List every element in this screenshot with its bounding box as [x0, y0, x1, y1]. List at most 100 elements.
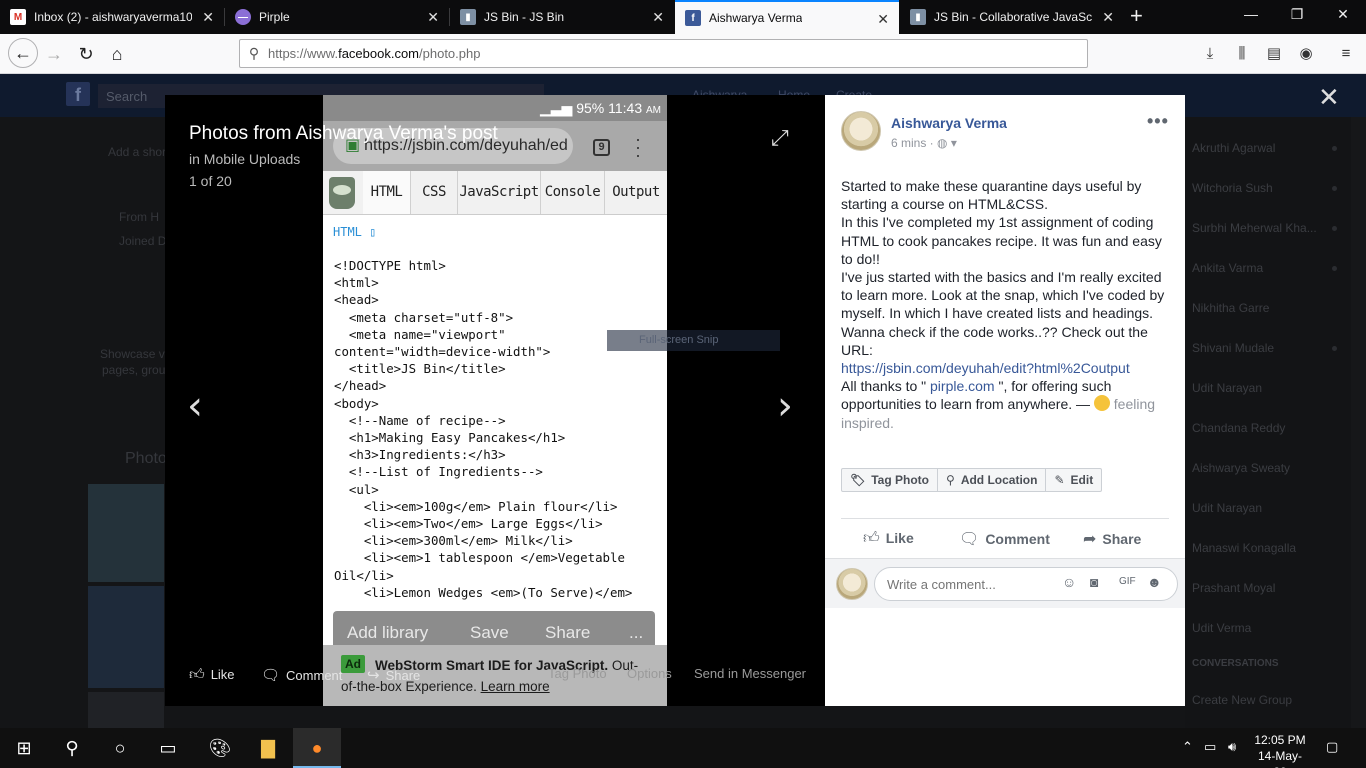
comment-button[interactable]: 🗨︎ Comment — [959, 529, 1050, 549]
task-view-icon[interactable]: ▭ — [144, 728, 192, 768]
reload-button[interactable]: ↻ — [74, 42, 98, 66]
post-author[interactable]: Aishwarya Verma — [891, 115, 1007, 131]
taskbar-clock[interactable]: 12:05 PM14-May-20 — [1252, 732, 1308, 768]
tab-pirple[interactable]: — Pirple ✕ — [225, 0, 449, 34]
fullscreen-icon[interactable]: ⤢ — [771, 125, 789, 151]
phone-tab-count: 9 — [593, 139, 610, 156]
tab-jsbin[interactable]: ▮ JS Bin - JS Bin ✕ — [450, 0, 674, 34]
theater-like-button[interactable]: 👍︎ Like — [189, 666, 235, 684]
chat-contact[interactable]: Akruthi Agarwal — [1192, 141, 1337, 155]
windows-taskbar: ⊞ ⚲ ○ ▭ 🎨︎ ▇ ● ⌃ ▭ 🔊︎ 12:05 PM14-May-20 … — [0, 728, 1366, 768]
gif-icon[interactable]: GIF — [1119, 576, 1136, 587]
library-icon[interactable]: ⫼ — [1232, 44, 1252, 64]
chat-contact[interactable]: Aishwarya Sweaty — [1192, 461, 1290, 475]
feeling-emoji-icon — [1093, 395, 1110, 412]
photo-thumbnail[interactable] — [88, 484, 164, 582]
add-location-button[interactable]: ⚲ Add Location — [938, 469, 1047, 491]
jsbin-tab-html: HTML — [363, 171, 411, 214]
like-button[interactable]: 👍︎ Like — [863, 529, 914, 548]
chat-contact[interactable]: Witchoria Sush — [1192, 181, 1337, 195]
close-tab-icon[interactable]: ✕ — [202, 9, 214, 25]
post-options-icon[interactable]: ••• — [1147, 111, 1169, 132]
downloads-icon[interactable]: ⤓ — [1200, 44, 1220, 64]
send-in-messenger-button[interactable]: Send in Messenger — [694, 666, 806, 681]
tray-chevron-icon[interactable]: ⌃ — [1182, 739, 1193, 755]
page-scrollbar[interactable] — [1351, 117, 1366, 728]
paint-icon[interactable]: 🎨︎ — [196, 728, 244, 768]
chat-contact[interactable]: Manaswi Konagalla — [1192, 541, 1296, 555]
windows-start-icon[interactable]: ⊞ — [0, 728, 48, 768]
theater-share-button[interactable]: ↪ Share — [367, 666, 420, 684]
phone-url-bar: ▣ https://jsbin.com/deyuhah/ed — [333, 128, 573, 164]
photo-thumbnail[interactable] — [88, 692, 164, 728]
post-time[interactable]: 6 mins — [891, 136, 926, 150]
sidebar-icon[interactable]: ▤ — [1264, 44, 1284, 64]
edit-button[interactable]: ✎ Edit — [1046, 469, 1101, 491]
close-tab-icon[interactable]: ✕ — [427, 9, 439, 25]
account-icon[interactable]: ◉ — [1296, 44, 1316, 64]
minimize-button[interactable]: — — [1241, 6, 1261, 22]
close-theater-icon[interactable]: ✕ — [1318, 82, 1340, 113]
save-label: Save — [470, 623, 509, 642]
back-button[interactable]: ← — [8, 38, 38, 68]
share-button[interactable]: ➦ Share — [1083, 529, 1141, 549]
jsbin-tab-javascript: JavaScript — [458, 171, 541, 214]
pirple-link[interactable]: pirple.com — [930, 378, 995, 394]
avatar[interactable] — [841, 111, 881, 151]
thanks-text: All thanks to " — [841, 378, 931, 395]
tab-jsbin-collab[interactable]: ▮ JS Bin - Collaborative JavaScript ✕ — [900, 0, 1124, 34]
menu-icon[interactable]: ≡ — [1336, 44, 1356, 64]
chat-contact[interactable]: Ankita Varma — [1192, 261, 1337, 275]
search-icon[interactable]: ⚲ — [48, 728, 96, 768]
camera-icon[interactable]: ◙ — [1090, 574, 1098, 590]
facebook-logo-icon: f — [66, 82, 90, 106]
new-tab-button[interactable]: + — [1130, 4, 1143, 28]
globe-icon[interactable]: ◍ ▾ — [937, 136, 957, 150]
tag-photo-button[interactable]: 🏷︎ Tag Photo — [842, 469, 939, 491]
tab-gmail[interactable]: M Inbox (2) - aishwaryaverma1070 ✕ — [0, 0, 224, 34]
photo-counter: 1 of 20 — [189, 173, 232, 189]
chat-contact[interactable]: Surbhi Meherwal Kha... — [1192, 221, 1337, 235]
tab-title: Inbox (2) - aishwaryaverma1070 — [34, 10, 192, 24]
lock-icon: ▣ — [345, 137, 361, 154]
chat-contact[interactable]: Nikhitha Garre — [1192, 301, 1269, 315]
photo-thumbnail[interactable] — [88, 586, 164, 688]
chat-contact[interactable]: Chandana Reddy — [1192, 421, 1285, 435]
close-tab-icon[interactable]: ✕ — [1102, 9, 1114, 25]
previous-photo-icon[interactable]: ‹ — [187, 383, 203, 429]
theater-tag-photo-button[interactable]: Tag Photo — [548, 666, 607, 681]
maximize-button[interactable]: ❐ — [1287, 6, 1307, 23]
firefox-icon[interactable]: ● — [293, 728, 341, 768]
chat-contact[interactable]: Shivani Mudale — [1192, 341, 1337, 355]
home-button[interactable]: ⌂ — [105, 42, 129, 66]
post-photo[interactable]: ▁▃▅ 95% 11:43 AM ▣ https://jsbin.com/deyu… — [323, 95, 667, 706]
share-icon: ↪ — [367, 667, 380, 684]
file-explorer-icon[interactable]: ▇ — [244, 728, 292, 768]
url-bar[interactable]: ⚲ https://www.facebook.com/photo.php — [239, 39, 1088, 68]
theater-options-button[interactable]: Options — [627, 666, 672, 681]
jsbin-link[interactable]: https://jsbin.com/deyuhah/edit?html%2Cou… — [841, 360, 1130, 376]
next-photo-icon[interactable]: › — [777, 383, 793, 429]
post-meta: 6 mins · ◍ ▾ — [891, 136, 957, 150]
chat-contact[interactable]: Udit Narayan — [1192, 501, 1262, 515]
emoji-icon[interactable]: ☺ — [1062, 574, 1076, 590]
close-tab-icon[interactable]: ✕ — [877, 11, 889, 27]
tab-title: Aishwarya Verma — [709, 11, 803, 25]
url-text: https://www.facebook.com/photo.php — [268, 46, 481, 61]
chat-contact[interactable]: Prashant Moyal — [1192, 581, 1275, 595]
tab-facebook[interactable]: f Aishwarya Verma ✕ — [675, 0, 899, 34]
create-group-link[interactable]: Create New Group — [1192, 693, 1292, 707]
close-tab-icon[interactable]: ✕ — [652, 9, 664, 25]
window-close-button[interactable]: ✕ — [1333, 6, 1353, 23]
theater-comment-button[interactable]: 🗨︎ Comment — [261, 666, 342, 684]
notifications-icon[interactable]: ▢ — [1326, 739, 1338, 755]
sticker-icon[interactable]: ☻ — [1147, 574, 1162, 590]
network-icon[interactable]: ▭ — [1204, 739, 1216, 755]
volume-icon[interactable]: 🔊︎ — [1228, 739, 1236, 755]
forward-button[interactable]: → — [42, 42, 66, 66]
cortana-icon[interactable]: ○ — [96, 728, 144, 768]
theater-album[interactable]: in Mobile Uploads — [189, 151, 300, 167]
chat-contact[interactable]: Udit Narayan — [1192, 381, 1262, 395]
chat-contact[interactable]: Udit Verma — [1192, 621, 1251, 635]
add-library-label: Add library — [347, 623, 429, 642]
